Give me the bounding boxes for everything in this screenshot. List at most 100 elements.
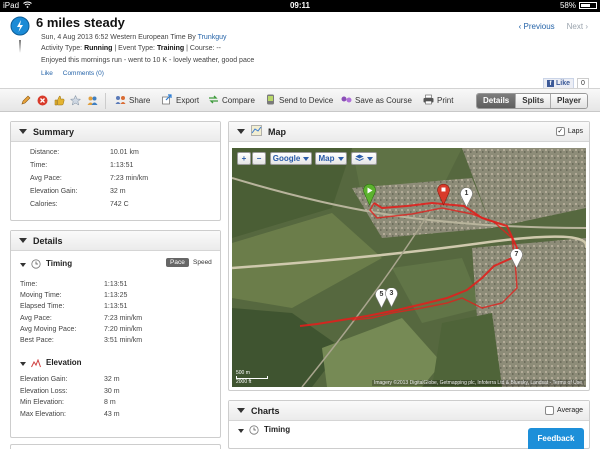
map-provider-value: Google [272,154,301,163]
previous-link[interactable]: ‹ Previous [519,22,555,31]
plus-icon: + [241,154,247,163]
timing-row: Avg Pace: 7:23 min/km [20,315,220,326]
people-icon[interactable] [87,95,98,106]
lap-marker-label: 7 [514,251,519,258]
thumbs-up-icon[interactable] [54,95,65,106]
activity-navigation: ‹ Previous Next › [519,22,588,31]
collapse-triangle-icon[interactable] [20,263,26,267]
edit-pencil-icon[interactable] [20,95,31,106]
layers-button[interactable] [351,152,377,165]
timing-key: Time: [20,281,38,288]
timing-value: 7:20 min/km [104,325,143,333]
activity-header: 6 miles steady Sun, 4 Aug 2013 6:52 West… [0,12,600,89]
summary-header[interactable]: Summary [11,122,220,142]
previous-label: Previous [523,22,555,31]
lap-marker-label: 1 [464,190,469,197]
average-checkbox[interactable] [545,406,555,415]
star-icon[interactable] [70,95,81,106]
save-as-course-button[interactable]: Save as Course [341,95,412,106]
share-icon [115,94,126,107]
elevation-row: Elevation Gain: 32 m [20,376,220,388]
layers-icon [355,154,364,164]
map-scale: 500 m 2000 ft [236,370,268,385]
tab-details[interactable]: Details [477,94,516,108]
average-toggle[interactable]: Average [545,406,583,415]
elevation-key: Elevation Gain: [20,376,68,384]
lap-marker-1[interactable]: 1 [460,188,473,208]
timing-row: Moving Time: 1:13:25 [20,292,220,303]
export-button[interactable]: Export [162,94,200,106]
author-link[interactable]: Trunkguy [198,34,227,41]
summary-key: Elevation Gain: [30,188,78,195]
timing-row: Avg Moving Pace: 7:20 min/km [20,326,220,337]
lap-marker-7[interactable]: 7 [510,249,523,269]
collapse-triangle-icon[interactable] [20,362,26,367]
details-title: Details [33,235,63,246]
laps-toggle[interactable]: ✓ Laps [555,127,583,136]
start-marker-icon[interactable] [363,184,376,206]
timing-list: Time: 1:13:51 Moving Time: 1:13:25 Elapsed… [11,276,220,348]
map-provider-select[interactable]: Google [270,152,312,165]
chevron-down-icon [337,156,344,161]
delete-icon[interactable] [37,95,48,106]
lap-marker-3[interactable]: 3 [385,288,398,308]
minus-icon: − [256,154,262,163]
timing-row: Time: 1:13:51 [20,281,220,292]
charts-title: Charts [251,405,280,416]
zoom-out-button[interactable]: − [252,152,266,165]
elevation-value: 8 m [104,399,116,407]
print-button[interactable]: Print [423,94,453,106]
elevation-icon [31,358,41,370]
map-icon [251,125,262,138]
type-line: Activity Type: Running | Event Type: Tra… [41,43,254,54]
zoom-in-button[interactable]: + [237,152,251,165]
next-link[interactable]: Next › [567,22,588,31]
timing-row: Elapsed Time: 1:13:51 [20,303,220,314]
event-type-label: | Event Type: [112,45,157,53]
share-button[interactable]: Share [115,95,150,106]
compare-button[interactable]: Compare [208,95,255,106]
collapse-triangle-icon [237,408,245,413]
summary-row: Elevation Gain: 32 m [30,188,220,201]
timing-value: 1:13:51 [104,281,128,288]
view-tabs: Details Splits Player [476,93,589,109]
summary-row: Distance: 10.01 km [30,149,220,162]
timing-value: 1:13:25 [104,292,128,300]
map-attribution[interactable]: Imagery ©2013 DigitalGlobe, Getmapping p… [371,380,584,386]
comments-link[interactable]: Comments (0) [63,70,104,77]
like-link[interactable]: Like [41,70,53,77]
charts-header[interactable]: Charts Average [229,401,589,421]
summary-title: Summary [33,126,75,137]
finish-marker-icon[interactable] [437,184,450,206]
speed-toggle[interactable]: Speed [193,259,212,266]
send-to-device-button[interactable]: Send to Device [265,94,333,106]
details-header[interactable]: Details [11,231,220,251]
next-panel-edge [10,444,221,449]
summary-value: 742 C [110,201,129,208]
average-label: Average [557,407,583,414]
timing-key: Avg Moving Pace: [20,325,77,333]
timing-key: Elapsed Time: [20,303,65,311]
map-type-value: Map [318,154,335,163]
chevron-down-icon [303,156,310,161]
charts-timing-title: Timing [264,425,291,434]
route-map[interactable]: + − Google Map 1 7 5 3 500 m 2000 ft Ima… [232,148,586,387]
summary-key: Time: [30,162,48,169]
summary-value: 7:23 min/km [110,175,149,182]
tab-splits[interactable]: Splits [515,94,551,108]
export-label: Export [176,96,200,105]
feedback-button[interactable]: Feedback [528,428,584,449]
summary-value: 10.01 km [110,149,139,156]
summary-list: Distance: 10.01 km Time: 1:13:51 Avg Pace:… [11,142,220,214]
collapse-triangle-icon[interactable] [238,429,244,433]
tab-player[interactable]: Player [550,94,588,108]
elevation-list: Elevation Gain: 32 m Elevation Loss: 30 m … [11,374,220,422]
toolbar-divider [105,93,106,109]
elevation-value: 32 m [104,376,120,384]
elevation-value: 43 m [104,410,120,418]
compare-label: Compare [222,96,255,105]
map-type-select[interactable]: Map [315,152,347,165]
laps-checkbox[interactable]: ✓ [555,127,565,136]
pace-toggle[interactable]: Pace [166,258,189,267]
map-header[interactable]: Map ✓ Laps [229,122,589,142]
